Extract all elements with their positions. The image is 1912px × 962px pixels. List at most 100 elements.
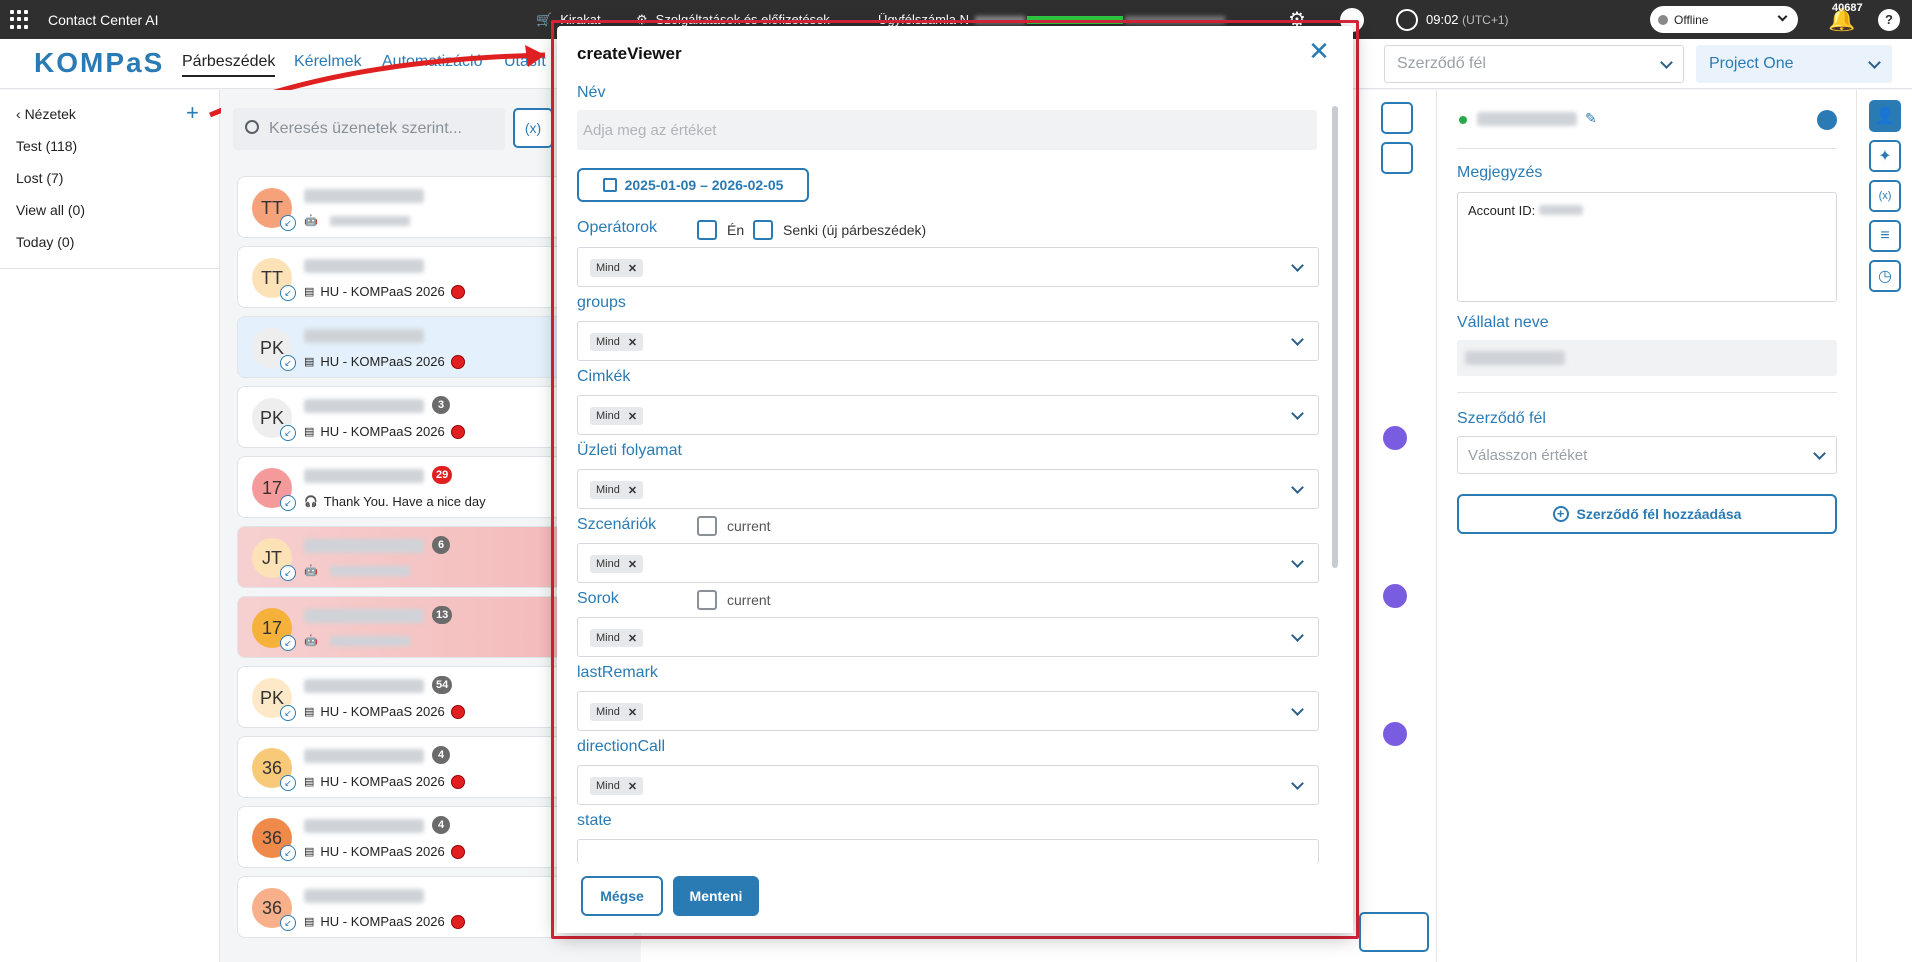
last-remark-select[interactable]: Mind ✕ [577, 691, 1319, 731]
cancel-button[interactable]: Mégse [581, 876, 663, 916]
help-icon[interactable]: ? [1878, 0, 1900, 39]
save-button[interactable]: Menteni [673, 876, 759, 916]
chevron-down-icon [1291, 259, 1304, 272]
contact-icon[interactable]: 👤 [1869, 100, 1901, 132]
remove-chip-icon[interactable]: ✕ [628, 262, 637, 275]
channel-icon: ↙ [280, 425, 296, 441]
direction-call-select[interactable]: Mind ✕ [577, 765, 1319, 805]
channel-type-icon: 🤖 [304, 215, 318, 227]
export-icon[interactable] [1381, 142, 1413, 174]
channel-icon: ↙ [280, 355, 296, 371]
contract-party-select[interactable]: Válasszon értéket [1457, 436, 1837, 474]
app-name: Contact Center AI [48, 11, 159, 28]
channel-type-icon: ▤ [304, 916, 315, 928]
list-icon[interactable]: ≡ [1869, 220, 1901, 252]
status-select[interactable]: Offline [1650, 6, 1798, 33]
scenarios-current-checkbox[interactable]: current [697, 516, 771, 536]
remove-chip-icon[interactable]: ✕ [628, 632, 637, 645]
avatar: TT ↙ [252, 188, 296, 231]
channel-type-icon: ▤ [304, 706, 315, 718]
remove-chip-icon[interactable]: ✕ [628, 706, 637, 719]
project-select[interactable]: Project One [1696, 45, 1892, 83]
operators-label: Operátorok [577, 219, 658, 236]
clear-filter-button[interactable]: (x) [513, 108, 553, 148]
template-button[interactable] [1359, 912, 1429, 952]
state-select[interactable] [577, 839, 1319, 864]
view-item-lost[interactable]: Lost (7) [16, 170, 63, 186]
rows-label: Sorok [577, 590, 619, 607]
search-input[interactable]: Keresés üzenetek szerint... [233, 108, 505, 150]
variable-icon[interactable]: (x) [1869, 180, 1901, 212]
last-remark-label: lastRemark [577, 664, 658, 681]
remove-chip-icon[interactable]: ✕ [628, 558, 637, 571]
channel-type-icon: 🤖 [304, 635, 318, 647]
bot-icon [1383, 722, 1407, 746]
add-view-plus-icon[interactable]: + [186, 100, 199, 126]
conversation-subtitle: ▤ HU - KOMPaaS 2026 [304, 844, 465, 859]
dialog-scrollbar[interactable] [1329, 88, 1341, 858]
me-checkbox[interactable]: Én [697, 220, 744, 240]
scrollbar-thumb[interactable] [1332, 106, 1338, 568]
unread-badge: 4 [432, 746, 450, 764]
note-label: Megjegyzés [1457, 164, 1543, 181]
tag-icon[interactable] [1381, 102, 1413, 134]
conversation-subtitle: 🤖 [304, 564, 410, 577]
remove-chip-icon[interactable]: ✕ [628, 484, 637, 497]
operators-select[interactable]: Mind ✕ [577, 247, 1319, 287]
unread-badge: 29 [432, 466, 453, 484]
channel-type-icon: ▤ [304, 426, 315, 438]
avatar: JT ↙ [252, 538, 296, 581]
status-dot [450, 284, 465, 299]
tags-label: Cimkék [577, 368, 631, 385]
name-input[interactable] [577, 110, 1317, 150]
create-viewer-dialog: createViewer ✕ Név 2025-01-09 – 2026-02-… [557, 26, 1353, 933]
phone-icon[interactable] [1817, 110, 1837, 130]
chevron-down-icon [1291, 555, 1304, 568]
avatar: 36 ↙ [252, 748, 296, 791]
groups-label: groups [577, 294, 626, 311]
conversation-subtitle: 🤖 [304, 214, 410, 227]
channel-type-icon: ▤ [304, 776, 315, 788]
ai-icon[interactable]: ✦ [1869, 140, 1901, 172]
checkbox-icon [753, 220, 773, 240]
tags-select[interactable]: Mind ✕ [577, 395, 1319, 435]
chevron-down-icon [1777, 11, 1788, 22]
chevron-left-icon: ‹ [16, 106, 25, 122]
compass-icon [1396, 8, 1418, 31]
close-icon[interactable]: ✕ [1307, 38, 1331, 64]
remove-chip-icon[interactable]: ✕ [628, 410, 637, 423]
bot-icon [1383, 584, 1407, 608]
apps-grid-icon[interactable] [10, 0, 30, 39]
timezone-clock[interactable]: 09:02 (UTC+1) [1396, 0, 1509, 39]
conversation-subtitle: ▤ HU - KOMPaaS 2026 [304, 354, 465, 369]
history-icon[interactable]: ◷ [1869, 260, 1901, 292]
company-field[interactable] [1457, 340, 1837, 376]
add-contract-party-button[interactable]: + Szerződő fél hozzáadása [1457, 494, 1837, 534]
business-process-select[interactable]: Mind ✕ [577, 469, 1319, 509]
remove-chip-icon[interactable]: ✕ [628, 780, 637, 793]
chevron-down-icon [1291, 407, 1304, 420]
chevron-down-icon [1291, 703, 1304, 716]
avatar: 36 ↙ [252, 888, 296, 931]
note-textarea[interactable]: Account ID: [1457, 192, 1837, 302]
channel-type-icon: 🤖 [304, 565, 318, 577]
status-dot [450, 354, 465, 369]
rows-select[interactable]: Mind ✕ [577, 617, 1319, 657]
contract-party-select[interactable]: Szerződő fél [1384, 45, 1684, 83]
views-header[interactable]: ‹ Nézetek [16, 106, 76, 122]
scenarios-select[interactable]: Mind ✕ [577, 543, 1319, 583]
avatar: 17 ↙ [252, 468, 296, 511]
view-item-all[interactable]: View all (0) [16, 202, 85, 218]
nobody-checkbox[interactable]: Senki (új párbeszédek) [753, 220, 926, 240]
view-item-today[interactable]: Today (0) [16, 234, 74, 250]
date-range-button[interactable]: 2025-01-09 – 2026-02-05 [577, 168, 809, 202]
view-item-test[interactable]: Test (118) [16, 138, 77, 154]
status-dot [450, 914, 465, 929]
channel-icon: ↙ [280, 845, 296, 861]
rows-current-checkbox[interactable]: current [697, 590, 771, 610]
channel-icon: ↙ [280, 775, 296, 791]
groups-select[interactable]: Mind ✕ [577, 321, 1319, 361]
edit-icon[interactable]: ✎ [1585, 110, 1597, 127]
remove-chip-icon[interactable]: ✕ [628, 336, 637, 349]
chip: Mind ✕ [590, 629, 644, 647]
